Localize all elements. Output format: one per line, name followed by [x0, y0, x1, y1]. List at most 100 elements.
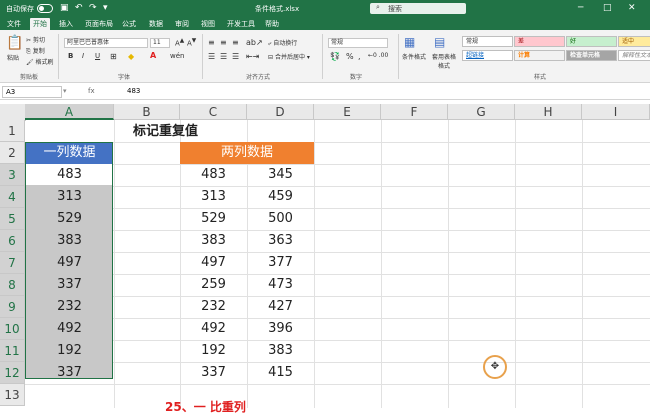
cell-c3[interactable]: 483	[180, 164, 247, 185]
name-box[interactable]: A3	[2, 86, 62, 98]
row-header-9[interactable]: 9	[0, 296, 25, 318]
cell-d9[interactable]: 427	[247, 296, 314, 317]
style-explanatory[interactable]: 解释性文本	[618, 50, 650, 61]
font-name-select[interactable]: 阿里巴巴普惠体	[64, 38, 148, 48]
font-color-icon[interactable]: A	[150, 51, 156, 60]
row-header-10[interactable]: 10	[0, 318, 25, 340]
column-header-a[interactable]: A	[25, 104, 114, 120]
cell-c6[interactable]: 383	[180, 230, 247, 251]
format-as-table-button[interactable]: 套用表格格式	[430, 52, 458, 70]
formula-input[interactable]: 483	[127, 87, 140, 95]
number-format-select[interactable]: 常规	[328, 38, 388, 48]
increase-font-icon[interactable]: A▲	[175, 38, 184, 47]
style-bad[interactable]: 差	[514, 36, 565, 47]
decimal-icon[interactable]: ←0 .00	[368, 52, 388, 59]
tab-review[interactable]: 审阅	[175, 19, 189, 29]
underline-button[interactable]: U	[95, 52, 100, 60]
cell-d12[interactable]: 415	[247, 362, 314, 383]
bold-button[interactable]: B	[68, 52, 73, 60]
cell-d5[interactable]: 500	[247, 208, 314, 229]
select-all-corner[interactable]	[0, 104, 26, 121]
cell-c10[interactable]: 492	[180, 318, 247, 339]
redo-icon[interactable]: ↷	[89, 3, 97, 13]
undo-icon[interactable]: ↶	[75, 3, 83, 13]
conditional-format-icon[interactable]: ▦	[404, 35, 415, 49]
row-header-2[interactable]: 2	[0, 142, 25, 164]
borders-icon[interactable]: ⊞	[110, 52, 117, 61]
column-header-i[interactable]: I	[582, 104, 650, 120]
phonetic-icon[interactable]: wén	[170, 52, 184, 60]
tab-file[interactable]: 文件	[7, 19, 21, 29]
cell-c7[interactable]: 497	[180, 252, 247, 273]
orientation-icon[interactable]: ab↗	[246, 38, 263, 47]
customize-icon[interactable]: ▾	[103, 3, 108, 13]
paste-button[interactable]: 粘贴	[7, 53, 19, 62]
style-hyperlink[interactable]: 超链接	[462, 50, 513, 61]
name-box-dropdown-icon[interactable]: ▾	[63, 87, 67, 95]
sheet-title-cell[interactable]: 标记重复值	[133, 121, 198, 142]
align-left-icon[interactable]: ☰	[208, 52, 215, 61]
tab-page-layout[interactable]: 页面布局	[85, 19, 113, 29]
search-box[interactable]: ⌕ 搜索	[370, 3, 466, 14]
cell-d10[interactable]: 396	[247, 318, 314, 339]
font-size-select[interactable]: 11	[150, 38, 170, 48]
column-header-f[interactable]: F	[381, 104, 448, 120]
align-top-icon[interactable]: ≡	[208, 38, 215, 47]
paste-icon[interactable]: 📋	[6, 35, 23, 51]
style-check-cell[interactable]: 检查单元格	[566, 50, 617, 61]
wrap-text-button[interactable]: ⤶ 自动换行	[268, 38, 297, 48]
fx-icon[interactable]: fx	[88, 87, 95, 95]
align-right-icon[interactable]: ☰	[232, 52, 239, 61]
column-header-e[interactable]: E	[314, 104, 381, 120]
cell-d8[interactable]: 473	[247, 274, 314, 295]
row-header-8[interactable]: 8	[0, 274, 25, 296]
row-header-3[interactable]: 3	[0, 164, 25, 186]
row-header-11[interactable]: 11	[0, 340, 25, 362]
row-header-1[interactable]: 1	[0, 120, 25, 142]
column-header-h[interactable]: H	[515, 104, 582, 120]
column-header-g[interactable]: G	[448, 104, 515, 120]
style-good[interactable]: 好	[566, 36, 617, 47]
format-painter-button[interactable]: 🖌 格式刷	[26, 57, 54, 66]
column-header-c[interactable]: C	[180, 104, 247, 120]
style-normal[interactable]: 常规	[462, 36, 513, 47]
row-header-4[interactable]: 4	[0, 186, 25, 208]
cell-c4[interactable]: 313	[180, 186, 247, 207]
save-icon[interactable]: ▣	[60, 3, 69, 13]
minimize-icon[interactable]: ─	[578, 3, 583, 13]
cell-c12[interactable]: 337	[180, 362, 247, 383]
fill-color-icon[interactable]: ◆	[128, 52, 134, 61]
cut-button[interactable]: ✂ 剪切	[26, 35, 45, 44]
style-neutral[interactable]: 适中	[618, 36, 650, 47]
close-icon[interactable]: ✕	[628, 3, 636, 13]
copy-button[interactable]: ⎘ 复制	[26, 46, 45, 56]
currency-icon[interactable]: 💱	[330, 52, 340, 61]
align-middle-icon[interactable]: ≡	[220, 38, 227, 47]
merge-center-button[interactable]: ⊟ 合并后居中 ▾	[268, 52, 310, 61]
italic-button[interactable]: I	[82, 52, 84, 60]
comma-button[interactable]: ,	[358, 52, 361, 61]
cell-d7[interactable]: 377	[247, 252, 314, 273]
maximize-icon[interactable]: □	[603, 3, 612, 13]
align-center-icon[interactable]: ☰	[220, 52, 227, 61]
cell-d11[interactable]: 383	[247, 340, 314, 361]
cell-c8[interactable]: 259	[180, 274, 247, 295]
column-header-b[interactable]: B	[114, 104, 180, 120]
tab-view[interactable]: 视图	[201, 19, 215, 29]
tab-formulas[interactable]: 公式	[122, 19, 136, 29]
tab-data[interactable]: 数据	[149, 19, 163, 29]
row-header-6[interactable]: 6	[0, 230, 25, 252]
cell-c11[interactable]: 192	[180, 340, 247, 361]
cell-d4[interactable]: 459	[247, 186, 314, 207]
tab-help[interactable]: 帮助	[265, 19, 279, 29]
tab-insert[interactable]: 插入	[59, 19, 73, 29]
autosave-toggle[interactable]	[37, 4, 53, 13]
column-header-d[interactable]: D	[247, 104, 314, 120]
row-header-12[interactable]: 12	[0, 362, 25, 384]
align-bottom-icon[interactable]: ≡	[232, 38, 239, 47]
format-as-table-icon[interactable]: ▤	[434, 35, 445, 49]
cell-c5[interactable]: 529	[180, 208, 247, 229]
conditional-format-button[interactable]: 条件格式	[402, 52, 426, 61]
style-calculation[interactable]: 计算	[514, 50, 565, 61]
header-two-columns[interactable]: 两列数据	[180, 142, 314, 164]
